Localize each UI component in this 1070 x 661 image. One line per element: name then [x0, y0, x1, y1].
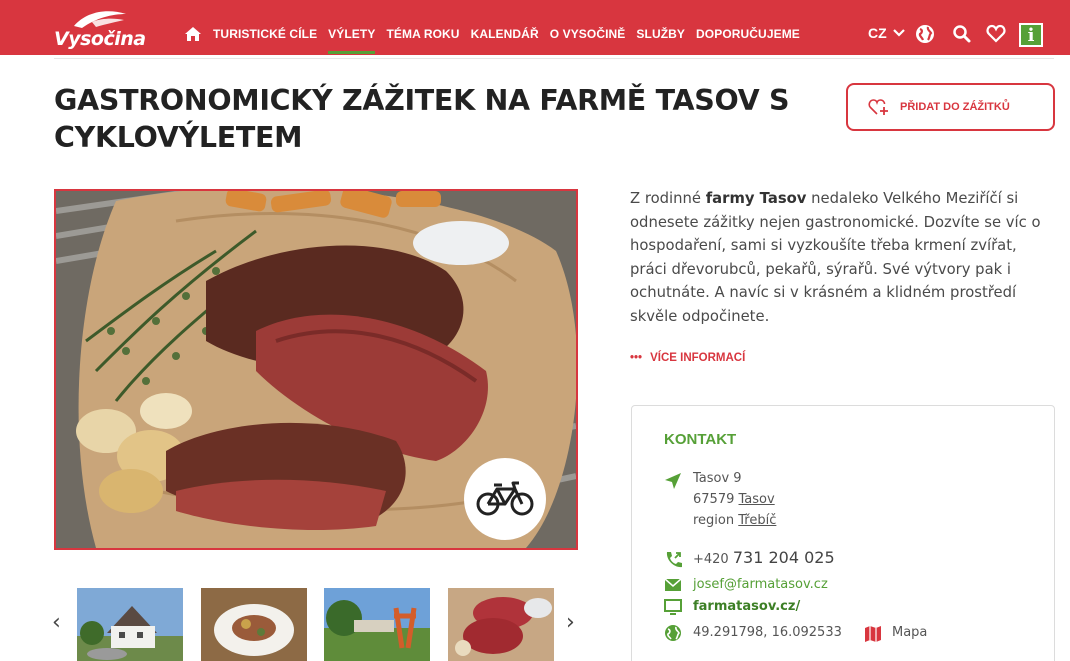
more-info-label: VÍCE INFORMACÍ — [650, 352, 746, 364]
contact-web[interactable]: farmatasov.cz/ — [693, 596, 800, 617]
add-to-experiences-label: PŘIDAT DO ZÁŽITKŮ — [900, 101, 1010, 113]
globe-icon[interactable] — [915, 24, 935, 44]
heart-plus-icon — [868, 99, 888, 115]
add-to-experiences-button[interactable]: PŘIDAT DO ZÁŽITKŮ — [846, 83, 1055, 131]
map-link[interactable]: Mapa — [892, 622, 927, 643]
phone-number: 731 204 025 — [732, 548, 835, 567]
phone-icon — [666, 552, 682, 568]
logo-swoosh-icon — [74, 11, 126, 29]
top-navigation-bar: Vysočina TURISTICKÉ CÍLE VÝLETY TÉMA ROK… — [0, 0, 1070, 55]
vysocina-logo[interactable]: Vysočina — [54, 10, 146, 50]
divider — [54, 58, 1054, 59]
nav-item-kalendar[interactable]: KALENDÁŘ — [471, 27, 539, 41]
home-icon[interactable] — [184, 26, 202, 42]
gallery-prev-arrow[interactable]: ‹ — [52, 610, 61, 635]
gallery-thumbnail-farmhouse[interactable] — [77, 588, 183, 661]
language-code: CZ — [868, 25, 887, 41]
more-info-link[interactable]: ••• VÍCE INFORMACÍ — [630, 352, 745, 364]
contact-address: Tasov 9 67579 Tasov region Třebíč — [693, 468, 776, 531]
nav-item-o-vysocine[interactable]: O VYSOČINĚ — [550, 27, 626, 41]
gallery-next-arrow[interactable]: › — [566, 610, 575, 635]
description-bold: farmy Tasov — [705, 190, 807, 207]
heart-icon[interactable] — [986, 24, 1006, 44]
nav-item-turisticke-cile[interactable]: TURISTICKÉ CÍLE — [213, 27, 317, 41]
chevron-down-icon — [892, 29, 905, 37]
more-dots-icon: ••• — [630, 352, 643, 364]
page-title: GASTRONOMICKÝ ZÁŽITEK NA FARMĚ TASOV S C… — [54, 84, 790, 154]
address-street: Tasov 9 — [693, 471, 742, 486]
map-icon — [865, 626, 881, 642]
gallery-thumbnail-dish[interactable] — [201, 588, 307, 661]
nav-item-vylety[interactable]: VÝLETY — [328, 27, 376, 54]
contact-title: KONTAKT — [664, 431, 737, 448]
location-arrow-icon — [665, 473, 681, 489]
region-link[interactable]: Třebíč — [738, 513, 776, 528]
city-link[interactable]: Tasov — [739, 492, 775, 507]
bicycle-icon — [476, 481, 534, 516]
contact-email[interactable]: josef@farmatasov.cz — [693, 574, 828, 595]
contact-gps: 49.291798, 16.092533 — [693, 625, 842, 640]
gallery-thumbnail-garden[interactable] — [324, 588, 430, 661]
logo-text: Vysočina — [54, 28, 146, 50]
language-selector[interactable]: CZ — [868, 25, 905, 41]
description-text: Z rodinné farmy Tasov nedaleko Velkého M… — [630, 190, 1041, 325]
bicycle-badge — [464, 458, 546, 540]
contact-phone[interactable]: +420 731 204 025 — [693, 547, 835, 570]
gallery-thumbnail-meat[interactable] — [448, 588, 554, 661]
address-city-line: 67579 Tasov — [693, 492, 775, 507]
monitor-icon — [664, 599, 682, 615]
search-icon[interactable] — [952, 24, 972, 44]
nav-item-doporucujeme[interactable]: DOPORUČUJEME — [696, 27, 800, 41]
address-region-line: region Třebíč — [693, 513, 777, 528]
nav-item-sluzby[interactable]: SLUŽBY — [636, 27, 685, 41]
main-nav: TURISTICKÉ CÍLE VÝLETY TÉMA ROKU KALENDÁ… — [213, 27, 800, 54]
envelope-icon — [664, 578, 682, 591]
nav-item-tema-roku[interactable]: TÉMA ROKU — [386, 27, 459, 41]
globe-icon — [665, 625, 681, 641]
info-icon[interactable]: i — [1019, 23, 1043, 47]
